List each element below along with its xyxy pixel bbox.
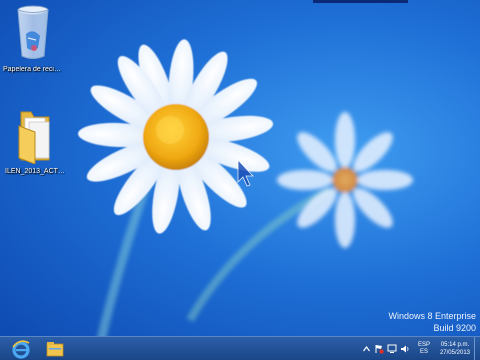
tray-volume[interactable] [400, 343, 411, 354]
network-icon [387, 344, 397, 353]
speaker-icon [401, 345, 409, 352]
tray-network[interactable] [387, 343, 398, 354]
recycle-bin-label: Papelera de reciclaje [3, 66, 63, 73]
taskbar-internet-explorer-button[interactable] [7, 338, 35, 359]
tray-action-center[interactable] [374, 343, 385, 354]
taskbar[interactable]: ESP ES 05:14 p.m. 27/05/2013 [0, 336, 480, 360]
windows-edition-text: Windows 8 Enterprise [388, 311, 476, 321]
show-desktop-button[interactable] [474, 337, 480, 360]
folder-icon [18, 111, 50, 164]
folder-shortcut-ilen[interactable]: ILEN_2013_ACTIVADOR [3, 108, 67, 176]
recycle-bin-shortcut[interactable]: Papelera de reciclaje [1, 4, 65, 74]
clock-date: 27/05/2013 [439, 349, 470, 356]
top-window-strip [313, 0, 408, 3]
system-tray: ESP ES 05:14 p.m. 27/05/2013 [360, 337, 480, 360]
language-code: ESP [417, 341, 430, 348]
file-explorer-icon [46, 341, 64, 356]
taskbar-file-explorer-button[interactable] [41, 338, 69, 359]
input-language-indicator[interactable]: ESP ES [418, 342, 430, 356]
show-hidden-icons-button[interactable] [361, 343, 372, 354]
windows-build-text: Build 9200 [433, 323, 476, 333]
action-center-flag-icon [375, 344, 385, 354]
recycle-bin-icon [17, 5, 49, 59]
clock[interactable]: 05:14 p.m. 27/05/2013 [440, 341, 470, 357]
clock-time: 05:14 p.m. [440, 341, 470, 348]
desktop[interactable]: Papelera de reciclaje ILEN_2013_ACTIVADO… [0, 0, 480, 360]
chevron-up-icon [362, 345, 370, 351]
windows-edition-watermark: Windows 8 Enterprise Build 9200 [388, 310, 476, 334]
language-region: ES [419, 348, 428, 355]
folder-label: ILEN_2013_ACTIVADOR [5, 168, 65, 175]
wallpaper-daisies [78, 39, 413, 346]
internet-explorer-icon [12, 339, 30, 359]
